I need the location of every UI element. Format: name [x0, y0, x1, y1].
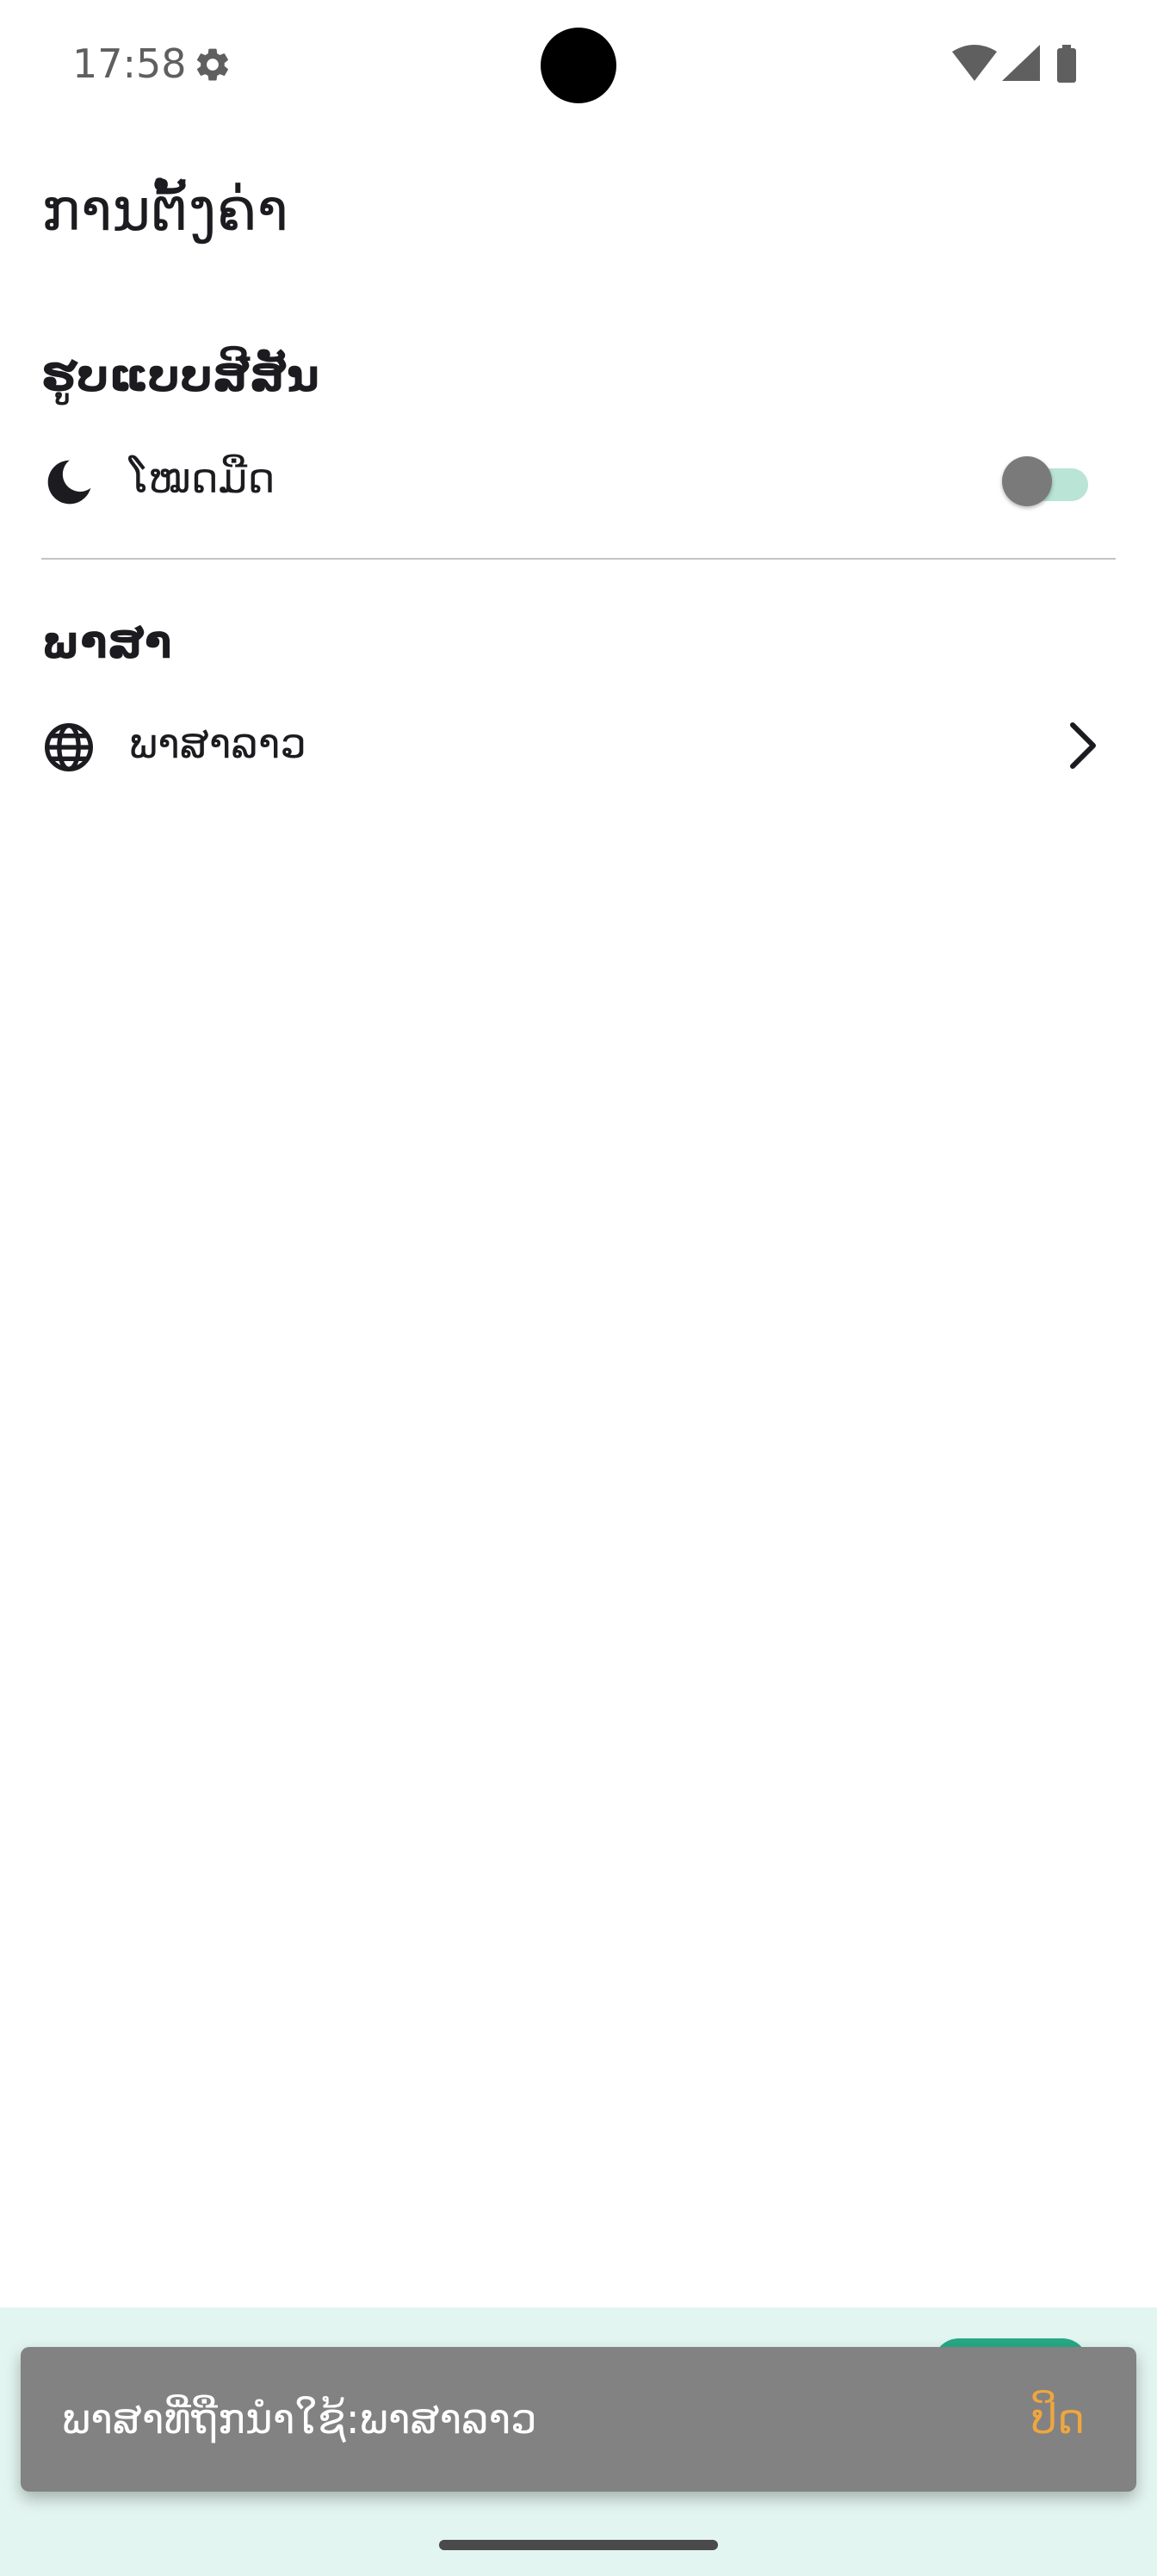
gesture-navigation-bar[interactable]	[439, 2540, 718, 2550]
moon-icon	[47, 460, 91, 505]
status-time: 17:58	[72, 40, 187, 87]
dark-mode-label: ໂໝດມືດ	[129, 455, 275, 503]
system-icons	[952, 45, 1076, 83]
toggle-thumb	[1002, 456, 1052, 506]
chevron-right-icon	[1070, 722, 1096, 769]
snackbar-close-button[interactable]: ປິດ	[1031, 2392, 1085, 2447]
status-bar: 17:58	[0, 0, 1157, 129]
language-label: ພາສາລາວ	[129, 720, 306, 768]
language-row[interactable]: ພາສາລາວ	[0, 694, 1157, 797]
page-title: ການຕັ້ງຄ່າ	[41, 176, 288, 245]
snackbar: ພາສາທີ່ຖືກນຳໃຊ້:ພາສາລາວ ປິດ	[21, 2347, 1136, 2492]
dark-mode-row[interactable]: ໂໝດມືດ	[0, 429, 1157, 532]
wifi-icon	[952, 45, 997, 81]
globe-icon	[45, 723, 93, 771]
section-divider	[41, 558, 1116, 560]
battery-icon	[1057, 45, 1076, 83]
settings-gear-icon	[196, 48, 228, 81]
front-camera	[541, 28, 616, 103]
snackbar-message: ພາສາທີ່ຖືກນຳໃຊ້:ພາສາລາວ	[62, 2395, 537, 2443]
signal-icon	[1002, 45, 1040, 81]
theme-section-title: ຮູບແບບສີສັນ	[41, 350, 319, 402]
language-section-title: ພາສາ	[41, 617, 172, 669]
dark-mode-toggle[interactable]	[1002, 455, 1090, 508]
